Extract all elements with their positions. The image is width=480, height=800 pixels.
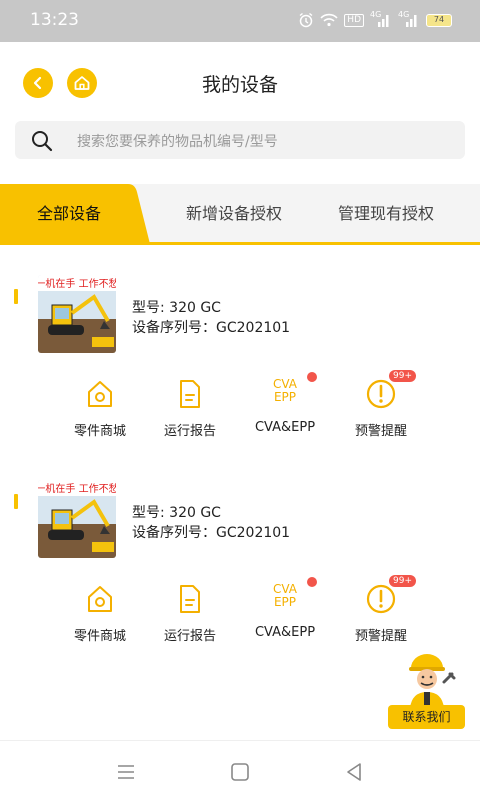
cva-epp-label: CVA&EPP bbox=[254, 420, 316, 435]
thumbnail-slogan: 一机在手 工作不愁 bbox=[38, 482, 116, 495]
device-card[interactable]: 一机在手 工作不愁 型号: 320 GC 设备序列号：GC202101 零件商城… bbox=[0, 480, 480, 680]
epp-icon-text: EPP bbox=[273, 595, 297, 609]
run-report-label: 运行报告 bbox=[163, 424, 216, 439]
device-serial: 设备序列号：GC202101 bbox=[132, 525, 291, 541]
home-nav-icon[interactable] bbox=[229, 761, 251, 783]
run-report-button[interactable]: 运行报告 bbox=[150, 583, 230, 647]
parts-shop-button[interactable]: 零件商城 bbox=[60, 583, 140, 647]
cva-epp-icon: CVA EPP bbox=[261, 378, 309, 404]
parts-shop-label: 零件商城 bbox=[73, 424, 126, 439]
battery-icon: 74 bbox=[426, 13, 452, 27]
page-title: 我的设备 bbox=[201, 74, 278, 96]
cva-epp-button[interactable]: CVA EPP CVA&EPP bbox=[245, 577, 325, 647]
parts-shop-label: 零件商城 bbox=[73, 629, 126, 644]
cva-epp-label: CVA&EPP bbox=[254, 625, 316, 640]
alarm-icon bbox=[299, 12, 313, 28]
header: 我的设备 bbox=[0, 42, 480, 122]
tab-add-authorization[interactable]: 新增设备授权 bbox=[160, 184, 308, 244]
shop-icon bbox=[88, 381, 112, 407]
alert-reminder-label: 预警提醒 bbox=[354, 629, 407, 644]
status-icons: HD 4G 4G 74 bbox=[298, 9, 452, 31]
report-icon bbox=[180, 585, 200, 613]
card-marker bbox=[14, 289, 18, 304]
signal-icon-2: 4G bbox=[398, 10, 420, 28]
cva-epp-button[interactable]: CVA EPP CVA&EPP bbox=[245, 372, 325, 442]
run-report-button[interactable]: 运行报告 bbox=[150, 378, 230, 442]
signal-icon: 4G bbox=[370, 10, 392, 28]
card-marker bbox=[14, 494, 18, 509]
cva-epp-icon: CVA EPP bbox=[261, 583, 309, 609]
device-model: 型号: 320 GC bbox=[132, 505, 221, 521]
device-model: 型号: 320 GC bbox=[132, 300, 221, 316]
device-serial: 设备序列号：GC202101 bbox=[132, 320, 291, 336]
tab-manage-authorization[interactable]: 管理现有授权 bbox=[322, 184, 450, 244]
status-bar: 13:23 HD 4G 4G 74 bbox=[0, 0, 480, 42]
status-time: 13:23 bbox=[30, 10, 79, 30]
thumbnail-slogan: 一机在手 工作不愁 bbox=[38, 277, 116, 290]
tab-bar: 全部设备 新增设备授权 管理现有授权 bbox=[0, 184, 480, 244]
notification-dot bbox=[307, 577, 317, 587]
hd-icon: HD bbox=[344, 13, 364, 27]
warning-icon bbox=[366, 584, 396, 614]
alert-reminder-button[interactable]: 99+ 预警提醒 bbox=[341, 370, 421, 442]
search-bar[interactable]: 搜索您要保养的物品机编号/型号 bbox=[15, 121, 465, 159]
system-nav-bar bbox=[0, 740, 480, 800]
search-input[interactable]: 搜索您要保养的物品机编号/型号 bbox=[77, 131, 278, 151]
tab-bar-underline bbox=[0, 242, 480, 245]
shop-icon bbox=[88, 586, 112, 612]
warning-icon bbox=[366, 379, 396, 409]
menu-icon[interactable] bbox=[115, 761, 137, 783]
device-thumbnail[interactable]: 一机在手 工作不愁 bbox=[38, 275, 116, 353]
alert-reminder-button[interactable]: 99+ 预警提醒 bbox=[341, 575, 421, 647]
alert-reminder-label: 预警提醒 bbox=[354, 424, 407, 439]
service-worker-icon bbox=[409, 654, 456, 708]
back-nav-icon[interactable] bbox=[343, 761, 365, 783]
run-report-label: 运行报告 bbox=[163, 629, 216, 644]
contact-us-button[interactable]: 联系我们 bbox=[388, 652, 466, 730]
report-icon bbox=[180, 380, 200, 408]
alert-count-badge: 99+ bbox=[389, 575, 416, 587]
device-card[interactable]: 一机在手 工作不愁 型号: 320 GC 设备序列号：GC202101 零件商城… bbox=[0, 275, 480, 475]
search-icon bbox=[32, 131, 53, 152]
contact-us-label: 联系我们 bbox=[388, 705, 465, 729]
parts-shop-button[interactable]: 零件商城 bbox=[60, 378, 140, 442]
tab-all-devices[interactable]: 全部设备 bbox=[0, 184, 138, 244]
alert-count-badge: 99+ bbox=[389, 370, 416, 382]
notification-dot bbox=[307, 372, 317, 382]
wifi-icon bbox=[320, 13, 338, 27]
device-thumbnail[interactable]: 一机在手 工作不愁 bbox=[38, 480, 116, 558]
epp-icon-text: EPP bbox=[273, 390, 297, 404]
